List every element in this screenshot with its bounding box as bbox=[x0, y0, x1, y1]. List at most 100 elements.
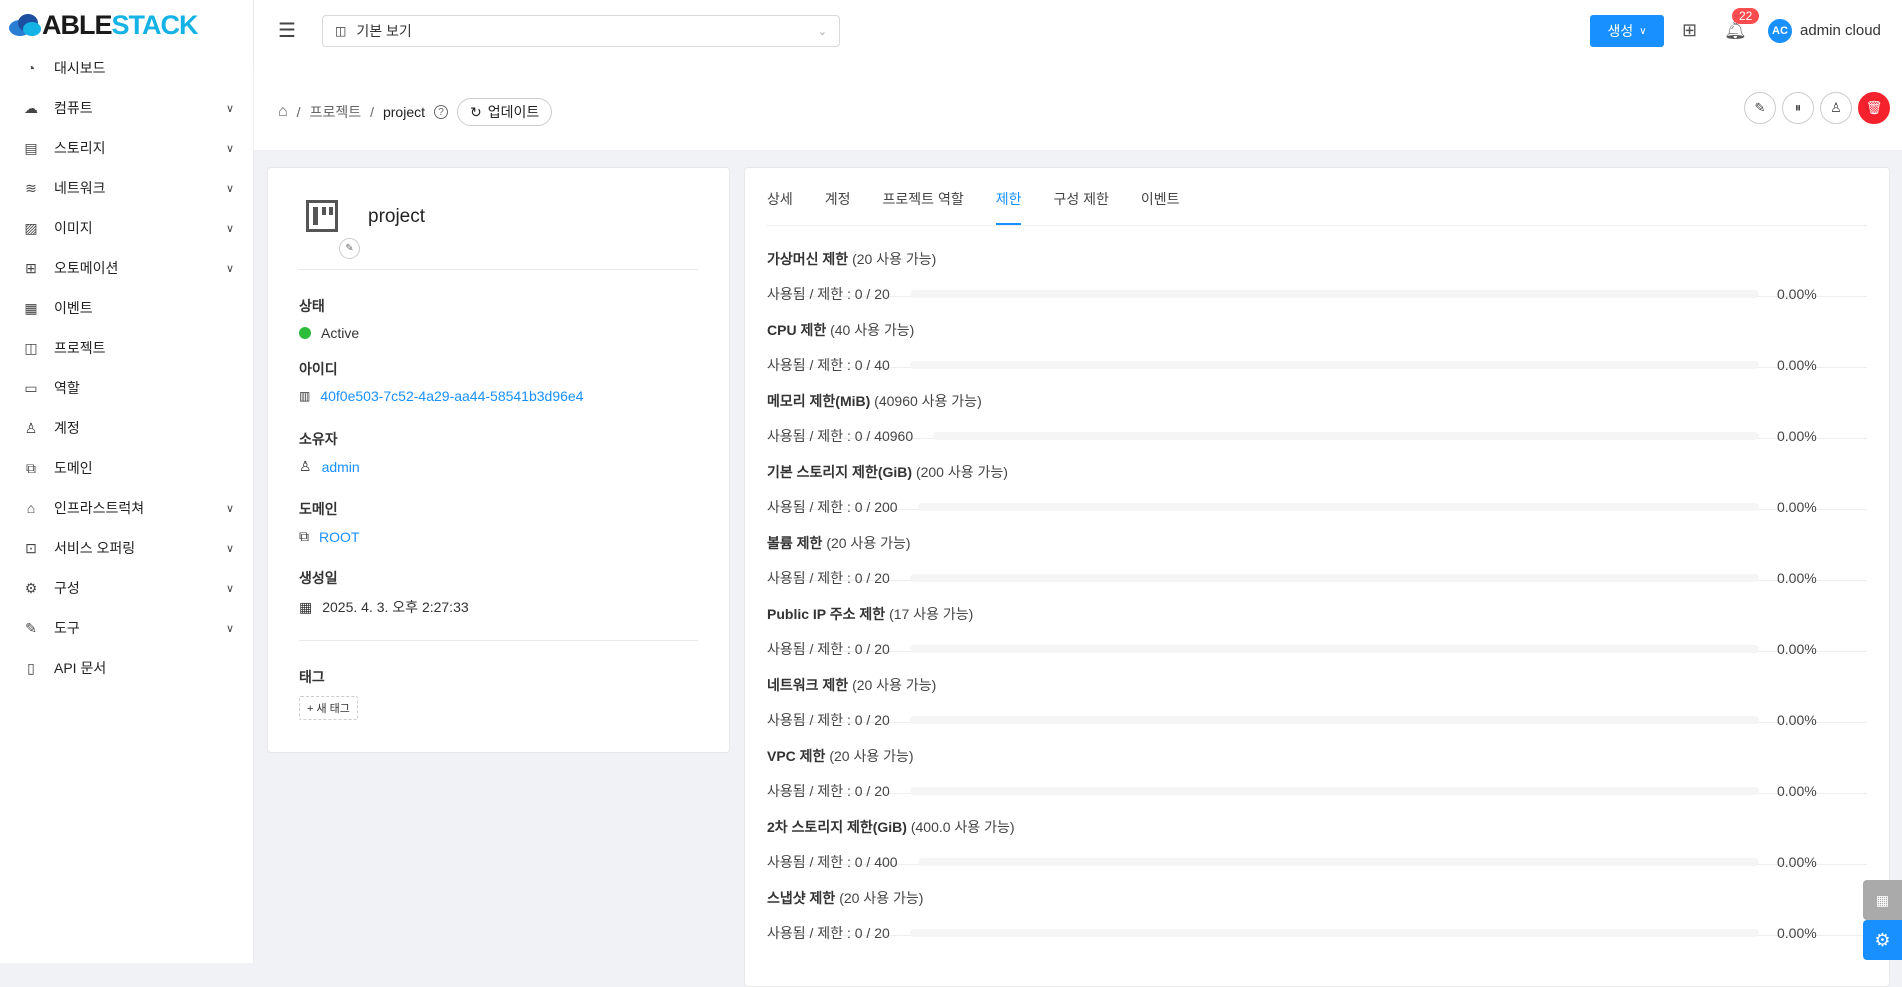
translate-icon[interactable]: ⊞ bbox=[1682, 20, 1697, 41]
sidebar-item-7[interactable]: ◫ 프로젝트 bbox=[0, 328, 254, 368]
event-calendar-button[interactable]: ▦ bbox=[1863, 880, 1902, 920]
user-icon: ♙ bbox=[299, 458, 312, 474]
block-icon: ⧉ bbox=[299, 528, 309, 544]
status-dot bbox=[299, 327, 311, 339]
chevron-down-icon: ⌄ bbox=[817, 25, 827, 38]
user-add-icon: ♙ bbox=[1830, 100, 1842, 115]
username[interactable]: admin cloud bbox=[1800, 22, 1881, 39]
avatar[interactable]: AC bbox=[1768, 19, 1792, 43]
settings-button[interactable]: ⚙ bbox=[1863, 920, 1902, 960]
quota-progress-bar bbox=[909, 574, 1759, 582]
user-icon: ♙ bbox=[24, 419, 38, 436]
quota-title: 가상머신 제한 (20 사용 가능) bbox=[767, 249, 1867, 269]
block-icon: ⧉ bbox=[26, 459, 36, 476]
status-value: Active bbox=[321, 325, 360, 341]
quota-row: Public IP 주소 제한 (17 사용 가능) 사용됨 / 제한 : 0 … bbox=[767, 581, 1867, 657]
create-label: 생성 bbox=[1607, 23, 1634, 39]
sidebar-item-label: 역할 bbox=[54, 380, 80, 396]
tab-0[interactable]: 상세 bbox=[767, 189, 793, 225]
sidebar-item-label: 오토메이션 bbox=[54, 260, 119, 276]
tab-4[interactable]: 구성 제한 bbox=[1053, 189, 1108, 225]
quota-percent: 0.00% bbox=[1777, 854, 1817, 870]
breadcrumb-separator: / bbox=[370, 104, 374, 120]
sidebar-item-13[interactable]: ⚙ 구성 ∨ bbox=[0, 568, 254, 608]
sidebar-item-14[interactable]: ✎ 도구 ∨ bbox=[0, 608, 254, 648]
quota-progress-bar bbox=[917, 503, 1759, 511]
quota-available: (400.0 사용 가능) bbox=[910, 819, 1015, 835]
delete-button[interactable]: 🗑︎ bbox=[1858, 92, 1890, 124]
suspend-button[interactable]: ⏸︎ bbox=[1782, 92, 1814, 124]
chevron-down-icon: ∨ bbox=[225, 622, 234, 635]
quota-available: (20 사용 가능) bbox=[852, 677, 937, 693]
quota-progress-bar bbox=[909, 787, 1759, 795]
sidebar-item-label: 구성 bbox=[54, 580, 80, 596]
quota-list: 가상머신 제한 (20 사용 가능) 사용됨 / 제한 : 0 / 20 0.00… bbox=[767, 226, 1867, 941]
sidebar-item-6[interactable]: ▦ 이벤트 bbox=[0, 288, 254, 328]
sidebar-item-4[interactable]: ▨ 이미지 ∨ bbox=[0, 208, 254, 248]
automation-icon: ⊞ bbox=[25, 259, 37, 276]
breadcrumb-projects[interactable]: 프로젝트 bbox=[310, 102, 362, 122]
domain-link[interactable]: ROOT bbox=[319, 529, 359, 545]
tab-2[interactable]: 프로젝트 역할 bbox=[883, 189, 964, 225]
view-selector-value: 기본 보기 bbox=[356, 23, 412, 39]
sidebar-item-5[interactable]: ⊞ 오토메이션 ∨ bbox=[0, 248, 254, 288]
sidebar-item-label: API 문서 bbox=[54, 660, 107, 676]
sidebar-item-3[interactable]: ≋ 네트워크 ∨ bbox=[0, 168, 254, 208]
book-icon: ▯ bbox=[27, 659, 35, 676]
sidebar-item-label: 대시보드 bbox=[54, 60, 106, 76]
ablestack-logo[interactable]: ABLE STACK bbox=[8, 9, 199, 40]
setting-icon: ⚙ bbox=[1874, 929, 1891, 950]
quota-row: 메모리 제한(MiB) (40960 사용 가능) 사용됨 / 제한 : 0 /… bbox=[767, 368, 1867, 444]
tab-5[interactable]: 이벤트 bbox=[1141, 189, 1180, 225]
tags-field: 태그 + 새 태그 bbox=[299, 667, 358, 720]
quota-usage: 사용됨 / 제한 : 0 / 20 bbox=[767, 286, 890, 302]
quota-available: (17 사용 가능) bbox=[889, 606, 974, 622]
quota-percent: 0.00% bbox=[1777, 570, 1817, 586]
quota-usage: 사용됨 / 제한 : 0 / 20 bbox=[767, 783, 890, 799]
sidebar-item-1[interactable]: ☁ 컴퓨트 ∨ bbox=[0, 88, 254, 128]
menu-fold-icon[interactable]: ☰ bbox=[278, 18, 296, 43]
quota-percent: 0.00% bbox=[1777, 428, 1817, 444]
sidebar-item-15[interactable]: ▯ API 문서 bbox=[0, 648, 254, 688]
sidebar-item-0[interactable]: ◔ 대시보드 bbox=[0, 48, 254, 88]
divider bbox=[299, 640, 698, 641]
edit-button[interactable]: ✎ bbox=[1744, 92, 1776, 124]
logo-text-able: ABLE bbox=[42, 9, 112, 40]
tab-1[interactable]: 계정 bbox=[825, 189, 851, 225]
question-circle-icon[interactable]: ? bbox=[434, 105, 449, 119]
calendar-check-icon: ▦ bbox=[1875, 891, 1890, 908]
view-selector[interactable]: ◫ 기본 보기 ⌄ bbox=[322, 15, 840, 47]
create-button[interactable]: 생성 ∨ bbox=[1590, 15, 1664, 47]
chevron-down-icon: ∨ bbox=[225, 542, 234, 555]
quota-name: 스냅샷 제한 bbox=[767, 890, 836, 906]
reload-icon: ↻ bbox=[470, 103, 482, 120]
sidebar-item-12[interactable]: ⊡ 서비스 오퍼링 ∨ bbox=[0, 528, 254, 568]
new-tag-button[interactable]: + 새 태그 bbox=[299, 696, 358, 720]
id-value[interactable]: 40f0e503-7c52-4a29-aa44-58541b3d96e4 bbox=[320, 388, 583, 404]
update-button[interactable]: ↻ 업데이트 bbox=[457, 98, 553, 126]
project-detail-card: 상세 계정 프로젝트 역할 제한 구성 제한 이벤트 가상머신 제한 (20 사용 가능)… bbox=[744, 167, 1890, 987]
sidebar: ABLE STACK ◔ 대시보드 ☁ 컴퓨트 ∨ ▤ 스토리지 ∨ ≋ 네트워크 ∨ ▨ 이미지 ∨ ⊞ 오토… bbox=[0, 0, 254, 963]
quota-name: 2차 스토리지 제한(GiB) bbox=[767, 819, 907, 835]
home-icon[interactable]: ⌂ bbox=[278, 103, 288, 121]
add-account-button[interactable]: ♙ bbox=[1820, 92, 1852, 124]
owner-link[interactable]: admin bbox=[322, 459, 360, 475]
quota-title: VPC 제한 (20 사용 가능) bbox=[767, 746, 1867, 766]
project-info-card: project ✎ 상태 Active 아이디 ▥ 40f0e503-7c52-4a2… bbox=[267, 167, 730, 753]
quota-title: 2차 스토리지 제한(GiB) (400.0 사용 가능) bbox=[767, 817, 1867, 837]
sidebar-item-2[interactable]: ▤ 스토리지 ∨ bbox=[0, 128, 254, 168]
tab-3[interactable]: 제한 bbox=[995, 189, 1022, 225]
sidebar-item-11[interactable]: ⌂ 인프라스트럭쳐 ∨ bbox=[0, 488, 254, 528]
quota-title: CPU 제한 (40 사용 가능) bbox=[767, 320, 1867, 340]
quota-name: CPU 제한 bbox=[767, 322, 827, 338]
created-field: 생성일 ▦ 2025. 4. 3. 오후 2:27:33 bbox=[299, 568, 469, 617]
quota-progress-bar bbox=[917, 858, 1759, 866]
sidebar-item-label: 스토리지 bbox=[54, 140, 106, 156]
sidebar-item-8[interactable]: ▭ 역할 bbox=[0, 368, 254, 408]
pause-circle-icon: ⏸︎ bbox=[1794, 100, 1802, 115]
setting-icon: ⚙ bbox=[24, 579, 38, 596]
project-icon: ◫ bbox=[335, 24, 347, 38]
sidebar-item-9[interactable]: ♙ 계정 bbox=[0, 408, 254, 448]
sidebar-item-10[interactable]: ⧉ 도메인 bbox=[0, 448, 254, 488]
edit-icon-button[interactable]: ✎ bbox=[339, 238, 360, 259]
